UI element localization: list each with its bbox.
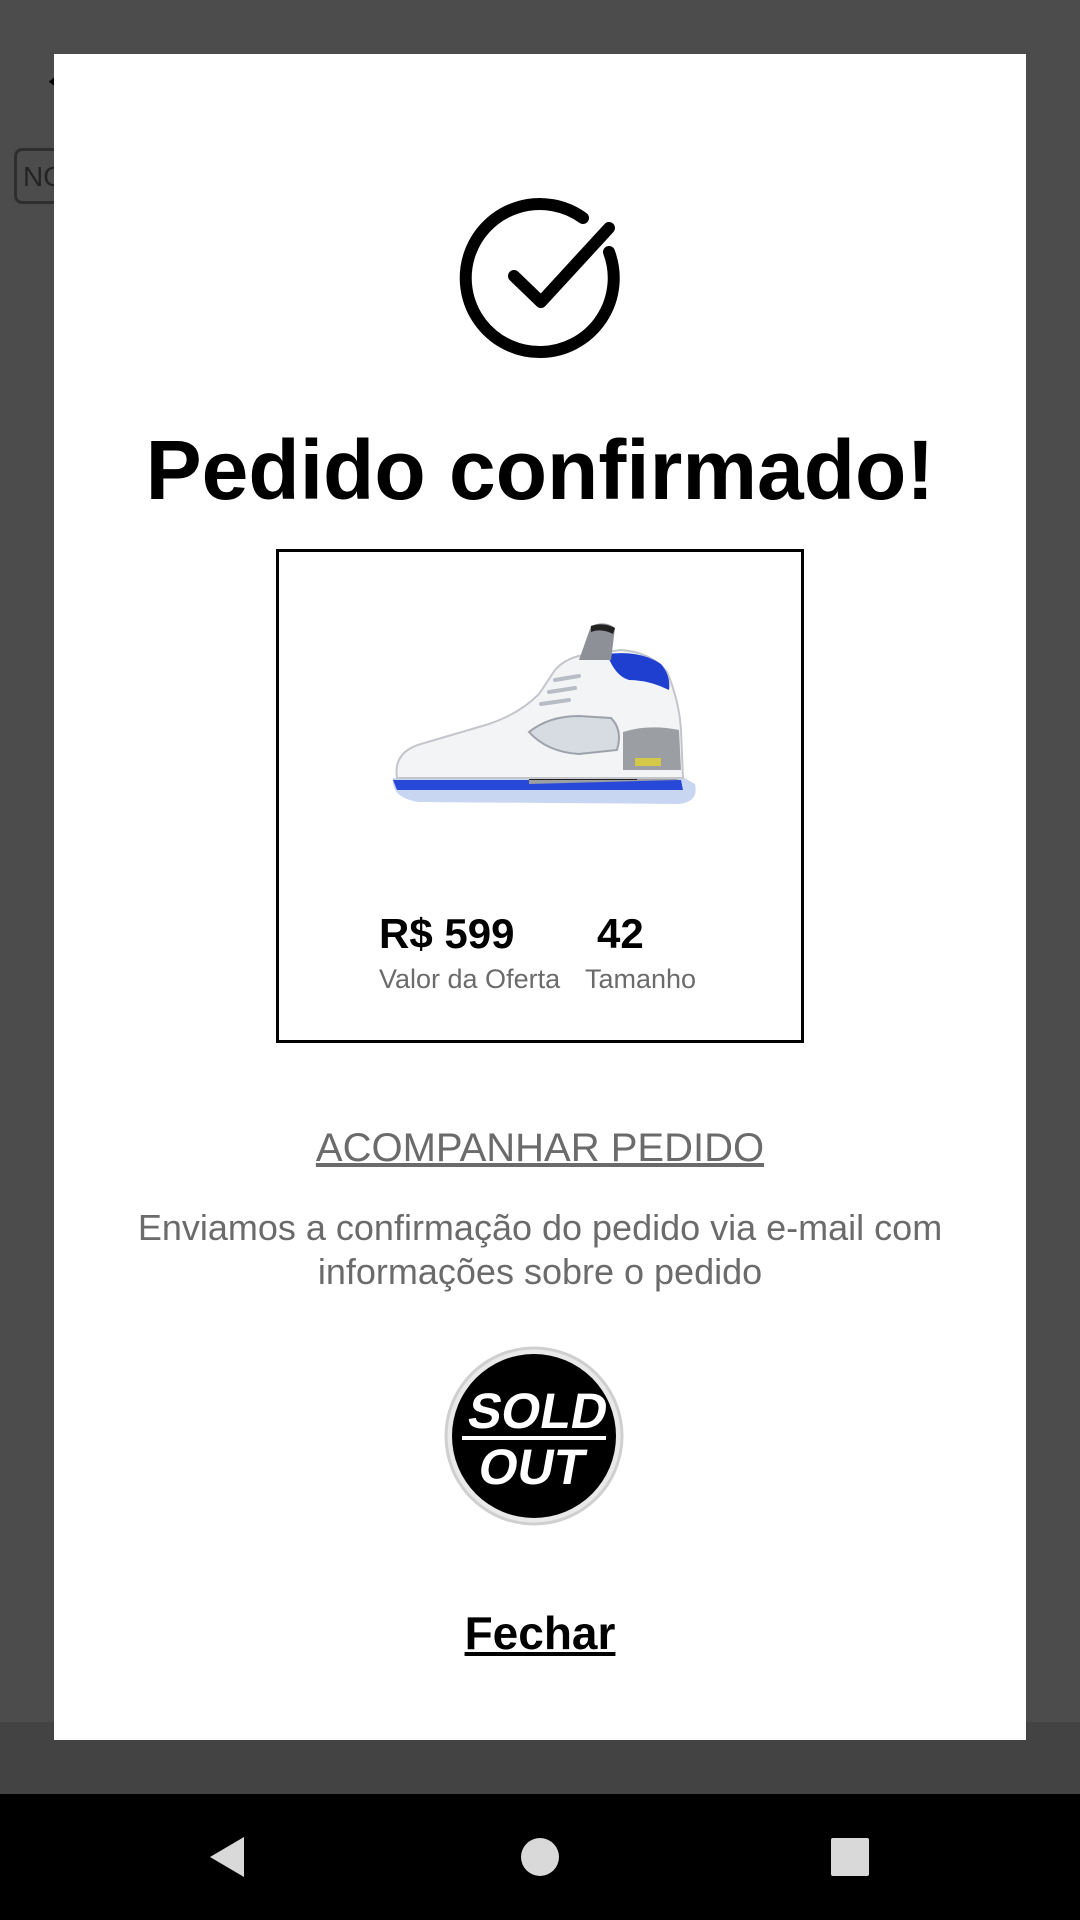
nav-home-button[interactable] bbox=[480, 1794, 600, 1920]
product-card: R$ 599 Valor da Oferta 42 Tamanho bbox=[276, 549, 804, 1043]
dialog-title: Pedido confirmado! bbox=[145, 423, 935, 517]
confirmation-description: Enviamos a confirmação do pedido via e-m… bbox=[137, 1207, 943, 1292]
circle-home-icon bbox=[521, 1838, 559, 1876]
nav-back-button[interactable] bbox=[166, 1794, 286, 1920]
nav-recent-button[interactable] bbox=[790, 1794, 910, 1920]
shoe-size-label: Tamanho bbox=[585, 964, 697, 994]
order-confirmation-dialog: Pedido confirmado! R$ 599 Valor da Ofert… bbox=[54, 54, 1026, 1740]
offer-price: R$ 599 bbox=[379, 910, 515, 957]
square-recent-icon bbox=[831, 1838, 869, 1876]
sneaker-image bbox=[392, 623, 696, 804]
check-circle-icon bbox=[459, 198, 620, 359]
logo-text-sold: SOLD bbox=[464, 1382, 613, 1439]
track-order-link[interactable]: ACOMPANHAR PEDIDO bbox=[54, 1126, 1026, 1171]
sold-out-logo: SOLD OUT bbox=[444, 1346, 624, 1526]
triangle-back-icon bbox=[210, 1837, 244, 1877]
price-block: R$ 599 Valor da Oferta bbox=[379, 910, 560, 995]
offer-price-label: Valor da Oferta bbox=[379, 964, 561, 994]
logo-text-out: OUT bbox=[475, 1438, 591, 1495]
system-navigation-bar bbox=[0, 1794, 1080, 1920]
close-button[interactable]: Fechar bbox=[54, 1606, 1026, 1660]
size-block: 42 Tamanho bbox=[585, 910, 696, 995]
shoe-size: 42 bbox=[597, 910, 644, 957]
